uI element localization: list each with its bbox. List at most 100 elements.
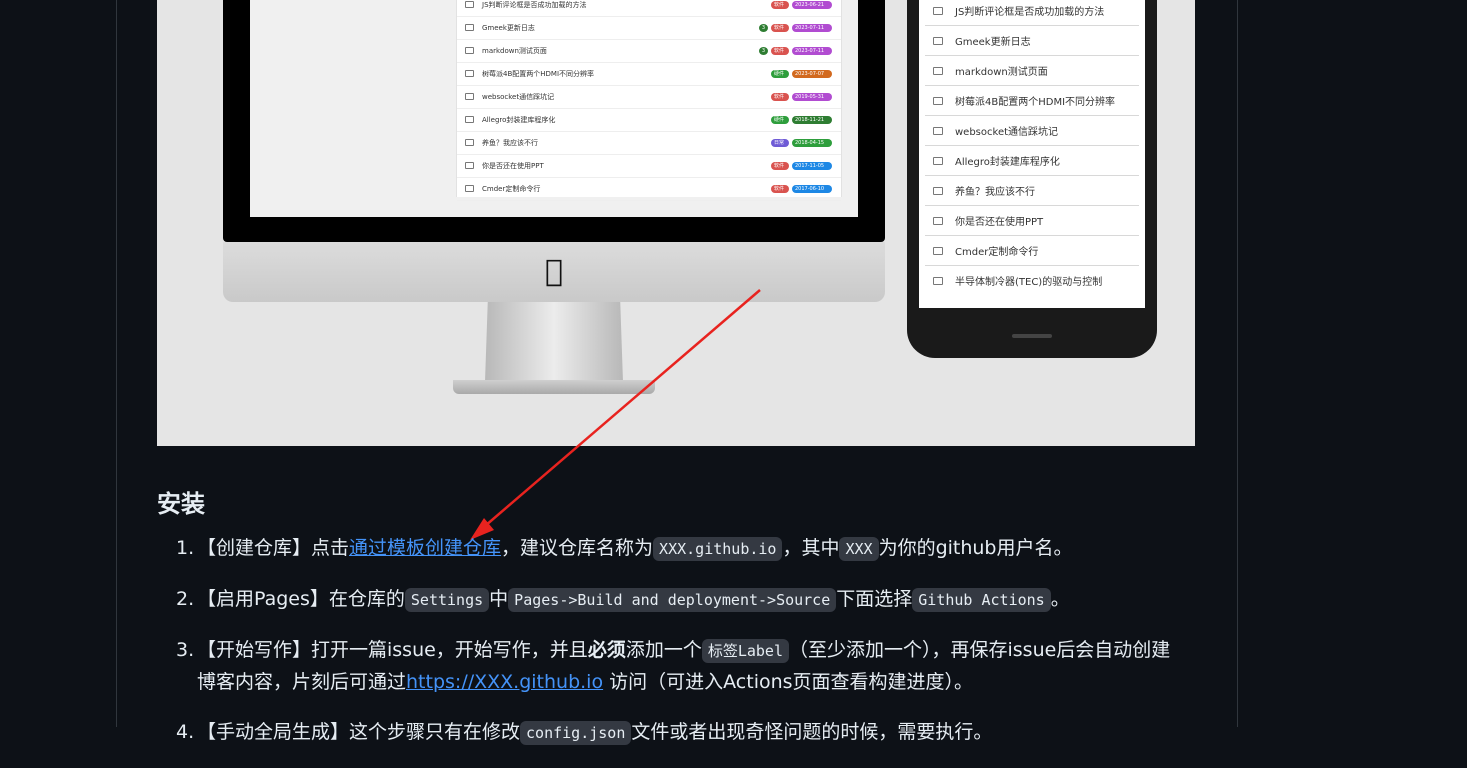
date-badge: 2017-06-10 — [792, 184, 832, 193]
issue-icon — [933, 36, 943, 45]
category-badge: 软件 — [771, 92, 789, 101]
phone-list-title: 半导体制冷器(TEC)的驱动与控制 — [955, 277, 1103, 288]
badge-group: 3 软件 2023-07-11 — [759, 23, 832, 32]
step-text: 文件或者出现奇怪问题的时候，需要执行。 — [631, 721, 993, 743]
badge-group: 软件 2019-05-31 — [771, 92, 832, 101]
issue-icon — [933, 156, 943, 165]
date-badge: 2023-07-11 — [792, 46, 832, 55]
list-item: 3. 【开始写作】打开一篇issue，开始写作，并且必须添加一个 标签Label （… — [157, 635, 1187, 698]
list-number: 2. — [176, 588, 195, 610]
inline-code: config.json — [520, 721, 632, 745]
issue-icon — [465, 116, 474, 123]
comment-count-badge: 3 — [759, 46, 768, 55]
badge-group: 3 软件 2023-07-11 — [759, 46, 832, 55]
issue-icon — [933, 186, 943, 195]
phone-list-row: 半导体制冷器(TEC)的驱动与控制 — [925, 265, 1139, 295]
list-number: 1. — [176, 537, 195, 559]
issue-icon — [933, 96, 943, 105]
step-text: 【手动全局生成】这个步骤只有在修改 — [197, 721, 521, 743]
date-badge: 2018-04-15 — [792, 138, 832, 147]
mini-list-title: websocket通信踩坑记 — [482, 92, 555, 101]
site-url-link[interactable]: https://XXX.github.io — [406, 671, 603, 693]
imac-screen: 网站配置SSL证书1软件2023-06-23JS判断评论框是否成功加载的方法软件… — [223, 0, 885, 242]
mini-list-title: 养鱼？我应该不行 — [482, 138, 538, 147]
category-badge: 硬件 — [771, 115, 789, 124]
phone-list-title: Allegro封装建库程序化 — [955, 157, 1060, 168]
phone-list-row: Allegro封装建库程序化 — [925, 145, 1139, 175]
issue-icon — [933, 216, 943, 225]
phone-list-title: 你是否还在使用PPT — [955, 217, 1044, 228]
inline-code: 标签Label — [701, 639, 789, 663]
step-text: 中 — [489, 588, 509, 610]
mini-list-row: Cmder定制命令行 软件 2017-06-10 — [457, 177, 841, 201]
phone-list-title: Gmeek更新日志 — [955, 37, 1031, 48]
issue-icon — [465, 24, 474, 31]
category-badge: 软件 — [771, 0, 789, 9]
mini-list-title: JS判断评论框是否成功加载的方法 — [482, 0, 587, 9]
phone-screen: 网站配置SSL证书JS判断评论框是否成功加载的方法Gmeek更新日志markdo… — [919, 0, 1145, 308]
list-item: 1. 【创建仓库】点击通过模板创建仓库，建议仓库名称为 XXX.github.io… — [157, 533, 1187, 565]
create-from-template-link[interactable]: 通过模板创建仓库 — [349, 537, 501, 559]
inline-code: Settings — [404, 588, 490, 612]
list-number: 3. — [176, 639, 195, 661]
phone-speaker — [1012, 334, 1052, 338]
step-text: ，其中 — [782, 537, 840, 559]
issue-icon — [465, 162, 474, 169]
mini-list-row: Gmeek更新日志 3 软件 2023-07-11 — [457, 16, 841, 40]
category-badge: 软件 — [771, 46, 789, 55]
badge-group: 软件 2017-06-10 — [771, 184, 832, 193]
mini-list-row: websocket通信踩坑记 软件 2019-05-31 — [457, 85, 841, 109]
step-text: 【启用Pages】在仓库的 — [197, 588, 405, 610]
phone-list-row: websocket通信踩坑记 — [925, 115, 1139, 145]
issue-icon — [933, 246, 943, 255]
issue-icon — [465, 185, 474, 192]
bold-text: 必须 — [587, 639, 626, 661]
badge-group: 硬件 2018-11-21 — [771, 115, 832, 124]
hero-image: 网站配置SSL证书1软件2023-06-23JS判断评论框是否成功加载的方法软件… — [157, 0, 1195, 446]
badge-group: 硬件 2023-07-07 — [771, 69, 832, 78]
mini-list-row: markdown测试页面 3 软件 2023-07-11 — [457, 39, 841, 63]
inline-code: Github Actions — [912, 588, 1051, 612]
phone-list-title: 树莓派4B配置两个HDMI不同分辨率 — [955, 97, 1116, 108]
inline-code: Pages->Build and deployment->Source — [508, 588, 837, 612]
issue-icon — [933, 126, 943, 135]
mini-list-title: Allegro封装建库程序化 — [482, 115, 556, 124]
date-badge: 2018-11-21 — [792, 115, 832, 124]
apple-logo-icon:  — [540, 255, 568, 289]
category-badge: 软件 — [771, 23, 789, 32]
mini-list-title: 你是否还在使用PPT — [482, 161, 544, 170]
category-badge: 软件 — [771, 161, 789, 170]
list-item: 4. 【手动全局生成】这个步骤只有在修改 config.json 文件或者出现奇怪问… — [157, 717, 1187, 749]
phone-list-title: Cmder定制命令行 — [955, 247, 1039, 258]
issue-icon — [933, 66, 943, 75]
inline-code: XXX.github.io — [653, 537, 783, 561]
section-heading-install: 安装 — [157, 490, 205, 518]
badge-group: 日常 2018-04-15 — [771, 138, 832, 147]
issue-icon — [933, 6, 943, 15]
mini-list-title: markdown测试页面 — [482, 46, 547, 55]
date-badge: 2023-07-07 — [792, 69, 832, 78]
date-badge: 2023-07-11 — [792, 23, 832, 32]
date-badge: 2023-06-21 — [792, 0, 832, 9]
category-badge: 软件 — [771, 184, 789, 193]
mini-list-title: Gmeek更新日志 — [482, 23, 535, 32]
blog-list-preview: 网站配置SSL证书1软件2023-06-23JS判断评论框是否成功加载的方法软件… — [456, 0, 842, 201]
phone-list-row: Cmder定制命令行 — [925, 235, 1139, 265]
issue-icon — [465, 47, 474, 54]
phone-list-title: markdown测试页面 — [955, 67, 1048, 78]
phone-list-row: 你是否还在使用PPT — [925, 205, 1139, 235]
category-badge: 硬件 — [771, 69, 789, 78]
category-badge: 日常 — [771, 138, 789, 147]
mini-list-row: Allegro封装建库程序化 硬件 2018-11-21 — [457, 108, 841, 132]
list-item: 2. 【启用Pages】在仓库的 Settings 中 Pages->Build an… — [157, 584, 1187, 616]
mini-list-row: 你是否还在使用PPT 软件 2017-11-05 — [457, 154, 841, 178]
list-number: 4. — [176, 721, 195, 743]
imac-stand — [485, 302, 623, 382]
imac-stand-base — [453, 380, 655, 394]
badge-group: 软件 2023-06-21 — [771, 0, 832, 9]
step-text: 访问（可进入Actions页面查看构建进度）。 — [603, 671, 974, 693]
phone-list-row: markdown测试页面 — [925, 55, 1139, 85]
phone-list-title: websocket通信踩坑记 — [955, 127, 1059, 138]
mini-list-title: 树莓派4B配置两个HDMI不同分辨率 — [482, 69, 595, 78]
step-text: ，建议仓库名称为 — [501, 537, 654, 559]
